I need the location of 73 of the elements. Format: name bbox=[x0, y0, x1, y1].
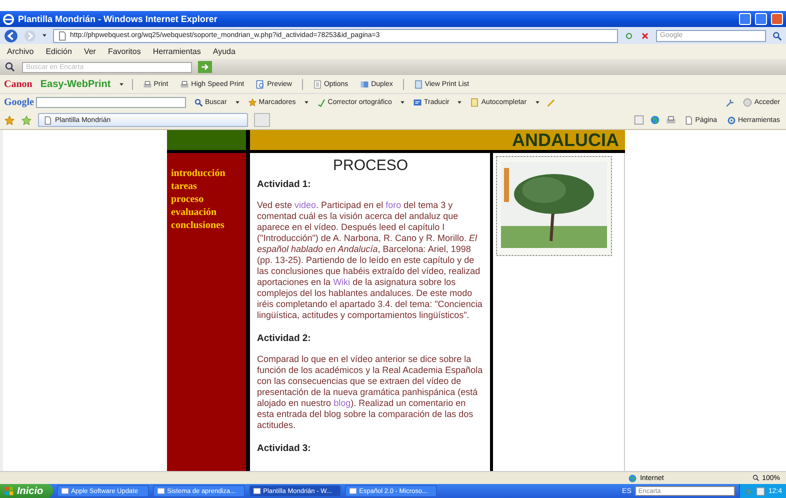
menu-item[interactable]: Edición bbox=[44, 47, 73, 56]
document-lines-icon bbox=[312, 80, 322, 88]
gear-icon bbox=[726, 116, 736, 124]
magnifier-page-icon bbox=[256, 80, 266, 88]
nav-link[interactable]: evaluación bbox=[167, 206, 246, 219]
window-icon bbox=[61, 487, 70, 495]
page-icon bbox=[57, 30, 67, 40]
globe-icon bbox=[628, 474, 638, 482]
caret-icon[interactable] bbox=[457, 100, 462, 105]
arrow-icon bbox=[200, 62, 210, 72]
window-icon bbox=[253, 487, 262, 495]
search-icon[interactable] bbox=[772, 30, 782, 40]
page-icon bbox=[43, 116, 52, 124]
printer-icon[interactable] bbox=[666, 115, 676, 125]
caret-icon[interactable] bbox=[118, 82, 124, 86]
window-icon bbox=[157, 487, 166, 495]
window-title: Plantilla Mondrián - Windows Internet Explorer bbox=[18, 14, 218, 24]
globe-icon[interactable] bbox=[650, 115, 660, 125]
printer-icon bbox=[180, 80, 190, 88]
user-circle-icon bbox=[743, 98, 752, 107]
zoom-icon[interactable] bbox=[4, 61, 16, 73]
nav-link[interactable]: tareas bbox=[167, 180, 246, 193]
refresh-icon[interactable] bbox=[624, 30, 634, 40]
paragraph: Ved este video. Participad en el foro del tema 3 y comentad cuál es la visión acerca del andaluz que aparece en el vídeo. Después leed el capítulo I ("Introducción") de A. Narbona, R. Cano y R. Morillo. El español hablado en Andalucía, Barcelona: Ariel, 1998 (pp. 13-25). Partiendo de lo leído en este capítulo y de las conclusiones que habéis extraído del vídeo, realizad aportaciones en la Wiki de la asignatura sobre los complejos del los hablantes andaluces. De este modo iréis completando el apartado 3.4. del tema: "Conciencia lingüística, actitudes y comportamientos lingüísticos". bbox=[257, 200, 484, 321]
search-icon bbox=[194, 98, 203, 107]
zoom-icon bbox=[752, 474, 760, 482]
menu-item[interactable]: Favoritos bbox=[106, 47, 142, 56]
go-button[interactable] bbox=[198, 61, 212, 73]
close-button[interactable] bbox=[771, 13, 783, 25]
wrench-icon[interactable] bbox=[725, 98, 736, 108]
nav-link[interactable]: conclusiones bbox=[167, 219, 246, 232]
text-link[interactable]: foro bbox=[386, 200, 402, 210]
star-icon bbox=[248, 98, 257, 107]
caret-icon[interactable] bbox=[42, 33, 47, 38]
square-icon[interactable] bbox=[756, 486, 766, 496]
start-button[interactable]: Inicio bbox=[0, 484, 54, 498]
google-search-field[interactable] bbox=[36, 97, 186, 108]
menu-item[interactable]: Ver bbox=[82, 47, 97, 56]
menu-item[interactable]: Herramientas bbox=[152, 47, 202, 56]
caret-icon[interactable] bbox=[304, 100, 309, 105]
text-link[interactable]: blog bbox=[334, 398, 351, 408]
windows-flag-icon bbox=[4, 486, 14, 496]
window-icon bbox=[349, 487, 358, 495]
activity-title: Actividad 3: bbox=[257, 443, 312, 454]
caret-icon[interactable] bbox=[400, 100, 405, 105]
back-icon[interactable] bbox=[4, 28, 18, 42]
printer-icon bbox=[142, 80, 152, 88]
note-icon bbox=[470, 98, 480, 107]
brand-logo: Canon bbox=[4, 78, 32, 90]
nav-link[interactable]: proceso bbox=[167, 193, 246, 206]
menu-item[interactable]: Ayuda bbox=[212, 47, 236, 56]
star-icon[interactable] bbox=[4, 114, 15, 126]
activity-title: Actividad 1: bbox=[257, 179, 312, 190]
paragraph: Comparad lo que en el vídeo anterior se dice sobre la función de los académicos y la Real Academia Española con las consecuencias que se extraen del vídeo de presentación de la nueva gramática panhispánica (está alojado en nuestro blog). Realizad un comentario en esta entrada del blog sobre la comparación de las dos actitudes. bbox=[257, 354, 484, 431]
activity-title: Actividad 2: bbox=[257, 333, 312, 344]
list-icon bbox=[414, 80, 423, 88]
pages-icon bbox=[360, 80, 370, 88]
maximize-button[interactable] bbox=[755, 13, 767, 25]
text-link[interactable]: video bbox=[294, 200, 316, 210]
stop-icon[interactable] bbox=[640, 30, 650, 40]
caret-icon[interactable] bbox=[234, 100, 240, 105]
page-heading: PROCESO bbox=[332, 157, 409, 174]
caret-icon[interactable] bbox=[534, 100, 540, 105]
translate-icon bbox=[412, 98, 422, 107]
check-mark-icon bbox=[316, 98, 326, 107]
star-plus-icon[interactable] bbox=[21, 114, 32, 126]
nav-link[interactable]: introducción bbox=[167, 167, 246, 180]
menu-item[interactable]: Archivo bbox=[6, 47, 35, 56]
banner-title: ANDALUCIA bbox=[512, 131, 620, 149]
page-icon bbox=[684, 116, 694, 124]
text-link[interactable]: Wiki bbox=[333, 277, 350, 287]
minimize-button[interactable] bbox=[739, 13, 751, 25]
square-icon[interactable] bbox=[634, 115, 644, 125]
